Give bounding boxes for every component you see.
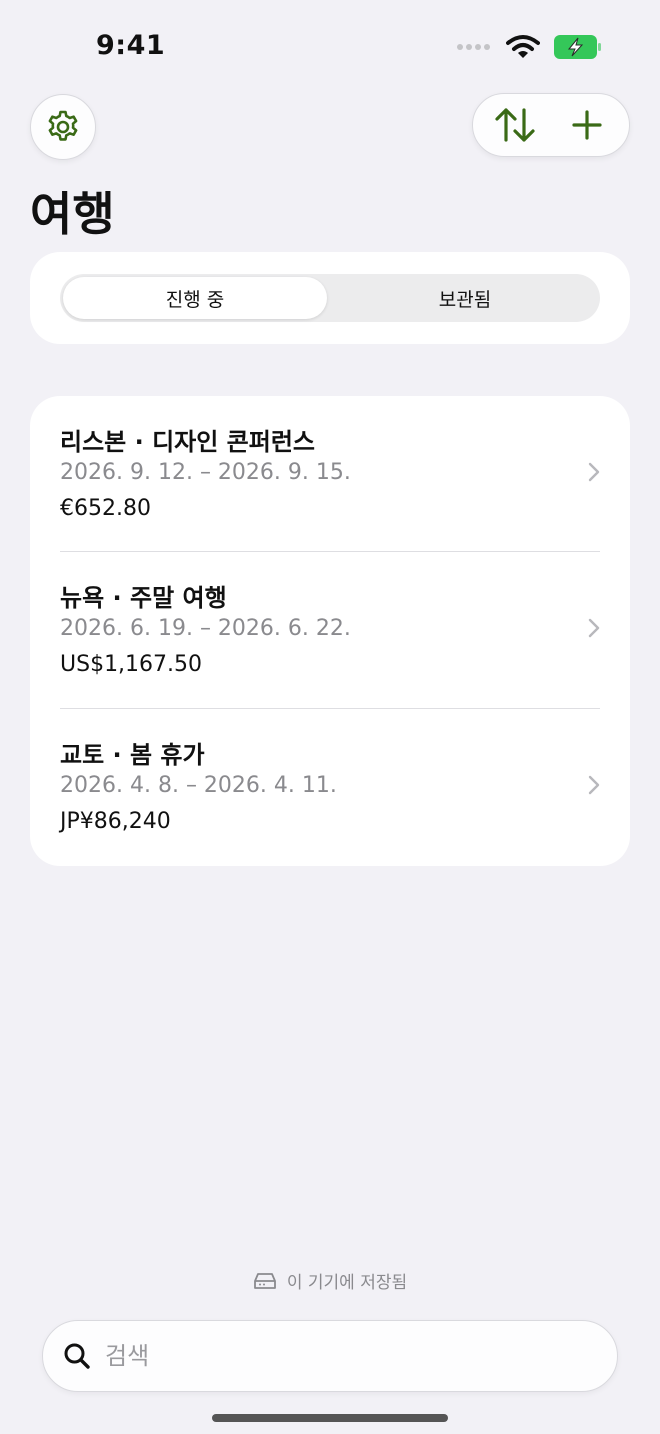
trip-amount: US$1,167.50: [60, 652, 203, 677]
sort-arrows-icon: [495, 108, 535, 142]
gear-icon: [48, 110, 78, 141]
trip-dates: 2026. 6. 19. – 2026. 6. 22.: [60, 616, 351, 641]
segmented-control: 진행 중 보관됨: [60, 274, 600, 322]
chevron-right-icon: [588, 462, 600, 482]
search-input[interactable]: [103, 1341, 587, 1371]
trip-title: 교토 · 봄 휴가: [60, 741, 205, 769]
trip-title: 뉴욕 · 주말 여행: [60, 584, 227, 612]
trip-row[interactable]: 리스본 · 디자인 콘퍼런스 2026. 9. 12. – 2026. 9. 1…: [30, 396, 630, 552]
trip-dates: 2026. 4. 8. – 2026. 4. 11.: [60, 773, 337, 798]
trip-row[interactable]: 교토 · 봄 휴가 2026. 4. 8. – 2026. 4. 11. JP¥…: [30, 709, 630, 865]
storage-note: 이 기기에 저장됨: [0, 1268, 660, 1293]
status-time: 9:41: [96, 30, 166, 61]
chevron-right-icon: [588, 618, 600, 638]
home-indicator: [212, 1414, 448, 1422]
plus-icon: [572, 110, 602, 140]
add-trip-button[interactable]: [563, 101, 611, 149]
settings-button[interactable]: [30, 94, 96, 160]
battery-icon: [554, 35, 601, 59]
trip-row[interactable]: 뉴욕 · 주말 여행 2026. 6. 19. – 2026. 6. 22. U…: [30, 552, 630, 708]
trip-list: 리스본 · 디자인 콘퍼런스 2026. 9. 12. – 2026. 9. 1…: [30, 396, 630, 866]
trip-dates: 2026. 9. 12. – 2026. 9. 15.: [60, 460, 351, 485]
trip-amount: €652.80: [60, 496, 151, 521]
search-icon: [64, 1343, 90, 1369]
drive-icon: [253, 1272, 276, 1289]
storage-note-text: 이 기기에 저장됨: [286, 1273, 408, 1293]
toolbar-actions: [472, 93, 630, 157]
trip-title: 리스본 · 디자인 콘퍼런스: [60, 428, 315, 456]
chevron-right-icon: [588, 775, 600, 795]
search-bar[interactable]: [42, 1320, 618, 1392]
segment-active[interactable]: 진행 중: [63, 277, 327, 319]
sort-button[interactable]: [491, 101, 539, 149]
segment-card: 진행 중 보관됨: [30, 252, 630, 344]
page-title: 여행: [30, 187, 115, 241]
wifi-icon: [506, 35, 540, 58]
trip-amount: JP¥86,240: [60, 809, 171, 834]
signal-icon: [457, 44, 490, 50]
status-icons: [456, 34, 602, 60]
segment-archived[interactable]: 보관됨: [330, 274, 600, 322]
